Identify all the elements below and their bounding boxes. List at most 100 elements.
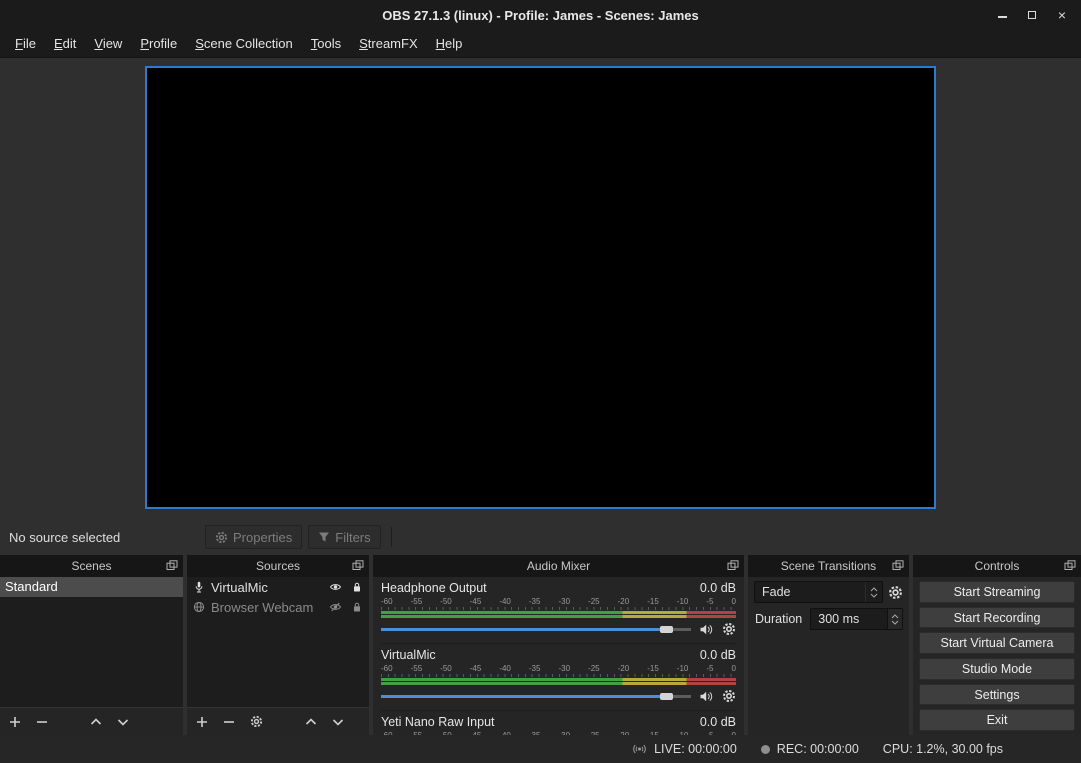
speaker-icon[interactable] <box>699 690 714 703</box>
source-properties-button[interactable] <box>250 715 263 728</box>
mixer-strip-headphone-output: Headphone Output 0.0 dB -60-55-50-45-40-… <box>381 580 736 639</box>
sources-list: VirtualMic Browser Webcam <box>187 577 369 707</box>
eye-icon[interactable] <box>329 581 342 593</box>
scene-transitions-body: Fade Duration 300 ms <box>748 577 909 735</box>
source-move-down-button[interactable] <box>332 716 344 728</box>
preview-area <box>0 58 1081 523</box>
mixer-name: VirtualMic <box>381 648 436 662</box>
status-bar: LIVE: 00:00:00 REC: 00:00:00 CPU: 1.2%, … <box>0 735 1081 763</box>
maximize-button[interactable] <box>1017 0 1047 30</box>
window-title: OBS 27.1.3 (linux) - Profile: James - Sc… <box>382 8 698 23</box>
start-recording-button[interactable]: Start Recording <box>919 607 1075 629</box>
scene-move-down-button[interactable] <box>117 716 129 728</box>
dock-toggle-icon[interactable] <box>352 560 364 571</box>
menu-tools[interactable]: Tools <box>302 31 350 56</box>
minimize-icon <box>998 16 1007 18</box>
dock-toggle-icon[interactable] <box>166 560 178 571</box>
scene-item-standard[interactable]: Standard <box>0 577 183 597</box>
start-streaming-button[interactable]: Start Streaming <box>919 581 1075 603</box>
maximize-icon <box>1028 11 1036 19</box>
volume-slider[interactable] <box>381 622 691 636</box>
meter-scale: -60-55-50-45-40-35-30-25-20-15-10-50 <box>381 664 736 673</box>
slider-fill <box>381 695 666 698</box>
tick-label: -10 <box>677 597 689 606</box>
controls-panel-title: Controls <box>975 559 1020 573</box>
source-toolbar: No source selected Properties Filters <box>0 523 1081 551</box>
dock-toggle-icon[interactable] <box>1064 560 1076 571</box>
eye-slash-icon[interactable] <box>329 601 342 613</box>
tick-label: -5 <box>706 664 713 673</box>
mixer-strip-yeti-nano: Yeti Nano Raw Input 0.0 dB -60-55-50-45-… <box>381 710 736 735</box>
menu-help[interactable]: Help <box>427 31 472 56</box>
tick-label: -30 <box>558 664 570 673</box>
slider-handle[interactable] <box>660 626 673 633</box>
titlebar: OBS 27.1.3 (linux) - Profile: James - Sc… <box>0 0 1081 30</box>
tick-label: -25 <box>588 664 600 673</box>
add-scene-button[interactable] <box>9 716 21 728</box>
tick-label: -50 <box>440 597 452 606</box>
start-virtual-camera-button[interactable]: Start Virtual Camera <box>919 632 1075 654</box>
source-name: VirtualMic <box>211 580 268 595</box>
sources-toolbar <box>187 707 369 735</box>
scenes-toolbar <box>0 707 183 735</box>
lock-icon[interactable] <box>351 581 363 593</box>
slider-handle[interactable] <box>660 693 673 700</box>
mixer-volume-db: 0.0 dB <box>700 648 736 662</box>
sources-panel-header: Sources <box>187 555 369 577</box>
source-row-browser-webcam[interactable]: Browser Webcam <box>187 597 369 617</box>
properties-button[interactable]: Properties <box>205 525 302 549</box>
menubar: File Edit View Profile Scene Collection … <box>0 30 1081 58</box>
tick-label: -10 <box>677 664 689 673</box>
tick-label: -20 <box>618 597 630 606</box>
filters-button[interactable]: Filters <box>308 525 380 549</box>
volume-meter <box>381 611 736 618</box>
mixer-name: Headphone Output <box>381 581 487 595</box>
scenes-panel-header: Scenes <box>0 555 183 577</box>
menu-view[interactable]: View <box>85 31 131 56</box>
settings-button[interactable]: Settings <box>919 684 1075 706</box>
controls-panel: Controls Start Streaming Start Recording… <box>913 555 1081 735</box>
scenes-panel-title: Scenes <box>71 559 111 573</box>
dock-toggle-icon[interactable] <box>727 560 739 571</box>
volume-slider[interactable] <box>381 689 691 703</box>
menu-edit[interactable]: Edit <box>45 31 85 56</box>
source-row-virtualmic[interactable]: VirtualMic <box>187 577 369 597</box>
tick-label: -60 <box>381 597 393 606</box>
menu-file[interactable]: File <box>6 31 45 56</box>
remove-scene-button[interactable] <box>36 716 48 728</box>
gear-icon[interactable] <box>722 689 736 703</box>
duration-value: 300 ms <box>818 612 887 626</box>
lock-icon[interactable] <box>351 601 363 613</box>
duration-spinbox[interactable]: 300 ms <box>810 608 903 630</box>
minimize-button[interactable] <box>987 0 1017 30</box>
speaker-icon[interactable] <box>699 623 714 636</box>
toolbar-separator <box>391 527 392 547</box>
rec-time: REC: 00:00:00 <box>777 742 859 756</box>
transition-properties-gear-icon[interactable] <box>888 585 903 600</box>
close-button[interactable]: × <box>1047 0 1077 30</box>
transition-select[interactable]: Fade <box>754 581 883 603</box>
menu-streamfx[interactable]: StreamFX <box>350 31 427 56</box>
duration-increment-button[interactable] <box>891 614 899 619</box>
properties-label: Properties <box>233 530 292 545</box>
controls-panel-header: Controls <box>913 555 1081 577</box>
gear-icon[interactable] <box>722 622 736 636</box>
tick-label: -55 <box>411 597 423 606</box>
add-source-button[interactable] <box>196 716 208 728</box>
preview-canvas[interactable] <box>145 66 936 509</box>
dock-toggle-icon[interactable] <box>892 560 904 571</box>
studio-mode-button[interactable]: Studio Mode <box>919 658 1075 680</box>
duration-label: Duration <box>754 612 805 626</box>
tick-label: -35 <box>529 597 541 606</box>
exit-button[interactable]: Exit <box>919 709 1075 731</box>
source-move-up-button[interactable] <box>305 716 317 728</box>
duration-decrement-button[interactable] <box>891 620 899 625</box>
no-source-label: No source selected <box>9 530 120 545</box>
filter-icon <box>318 531 330 543</box>
scene-move-up-button[interactable] <box>90 716 102 728</box>
obs-window: OBS 27.1.3 (linux) - Profile: James - Sc… <box>0 0 1081 763</box>
record-dot-icon <box>761 745 770 754</box>
remove-source-button[interactable] <box>223 716 235 728</box>
menu-profile[interactable]: Profile <box>131 31 186 56</box>
menu-scene-collection[interactable]: Scene Collection <box>186 31 302 56</box>
